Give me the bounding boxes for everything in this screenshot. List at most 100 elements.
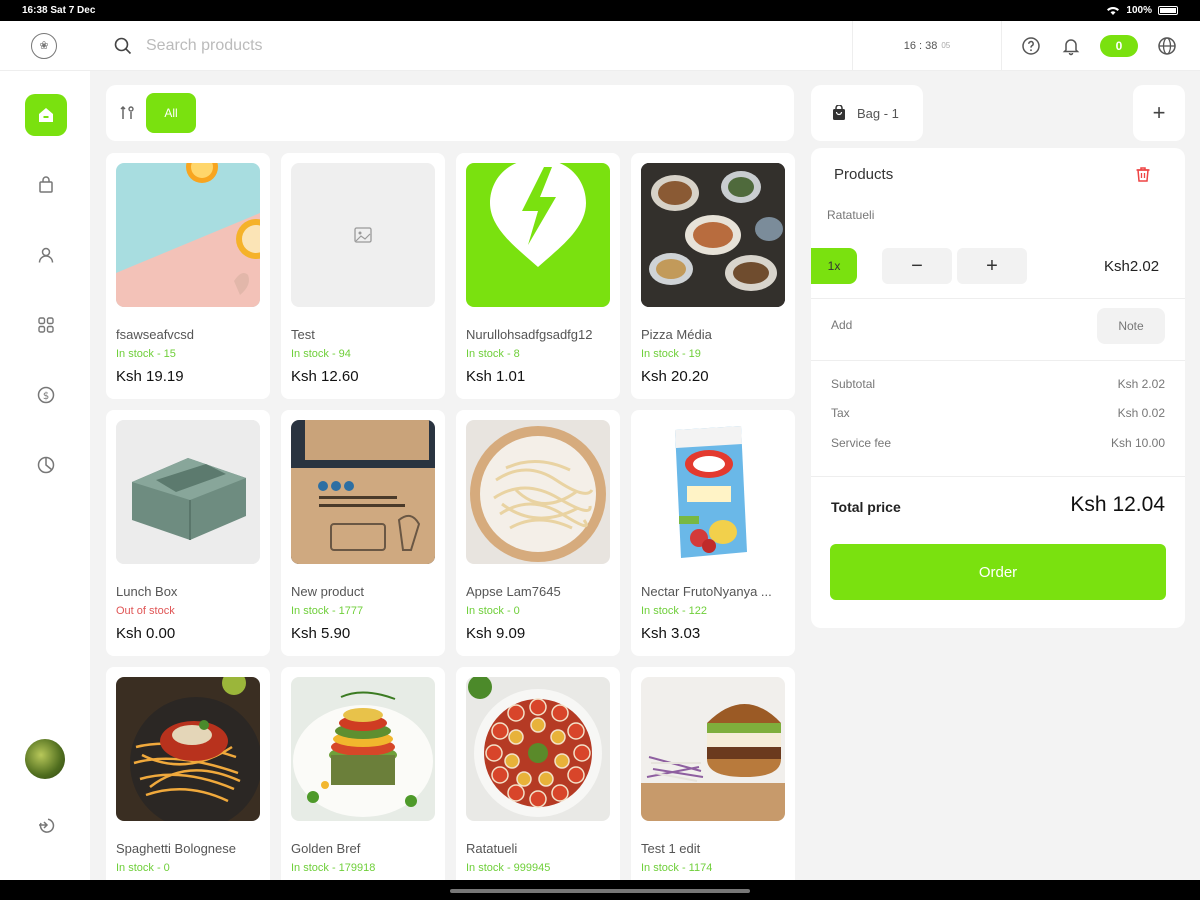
product-name: Pizza Média (641, 327, 712, 342)
help-icon (1022, 36, 1040, 55)
product-card[interactable]: Nectar FrutoNyanya ... In stock - 122 Ks… (631, 410, 795, 656)
plus-icon: + (986, 254, 998, 277)
user-icon (38, 247, 54, 263)
product-price: Ksh 5.90 (291, 625, 351, 642)
minus-icon: − (911, 254, 923, 277)
clock-display: 16 : 38 05 (852, 21, 1002, 70)
stock-status: In stock - 1777 (291, 605, 364, 617)
product-name: New product (291, 584, 364, 599)
dollar-circle-icon: $ (37, 386, 55, 404)
stock-status: In stock - 1174 (641, 862, 713, 874)
home-icon (39, 108, 53, 122)
product-card[interactable]: Appse Lam7645 In stock - 0 Ksh 9.09 (456, 410, 620, 656)
product-card[interactable]: Lunch Box Out of stock Ksh 0.00 (106, 410, 270, 656)
total-price-value: Ksh 12.04 (1070, 493, 1165, 516)
svg-text:$: $ (43, 391, 49, 402)
count-badge[interactable]: 0 (1100, 34, 1138, 57)
product-name: Golden Bref (291, 841, 361, 856)
product-name: Nectar FrutoNyanya ... (641, 584, 772, 599)
increase-quantity-button[interactable]: + (957, 248, 1027, 284)
tax-label: Tax (831, 406, 850, 420)
product-image (466, 420, 610, 564)
cart-panel: Products Ratatueli 1x − + Ksh2.02 Add No… (811, 148, 1185, 628)
product-name: Test (291, 327, 315, 342)
globe-icon (1158, 36, 1176, 55)
product-card[interactable]: Golden Bref In stock - 179918 (281, 667, 445, 880)
stock-status: Out of stock (116, 605, 175, 617)
product-price: Ksh 12.60 (291, 368, 359, 385)
help-button[interactable] (1020, 35, 1042, 57)
plus-icon: + (1152, 100, 1166, 125)
tax-value: Ksh 0.02 (1117, 406, 1165, 420)
sidebar-item-home[interactable] (25, 94, 67, 136)
divider (811, 298, 1185, 299)
shopping-bag-icon (833, 105, 845, 120)
stock-status: In stock - 999945 (466, 862, 551, 874)
stock-status: In stock - 0 (116, 862, 170, 874)
stock-status: In stock - 179918 (291, 862, 376, 874)
note-button[interactable]: Note (1097, 308, 1165, 344)
sidebar-item-customers[interactable] (25, 234, 67, 276)
stock-status: In stock - 0 (466, 605, 520, 617)
avatar[interactable] (25, 739, 65, 779)
tax-row: Tax Ksh 0.02 (831, 406, 1165, 420)
product-card[interactable]: Test 1 edit In stock - 1174 (631, 667, 795, 880)
clear-cart-button[interactable] (1133, 164, 1153, 189)
status-time: 16:38 Sat 7 Dec (22, 5, 96, 16)
product-image (466, 163, 610, 307)
product-image (641, 677, 785, 821)
sidebar-item-orders[interactable] (25, 164, 67, 206)
filter-bar: All (106, 85, 794, 141)
category-chip-all[interactable]: All (146, 93, 196, 133)
product-card[interactable]: fsawseafvcsd In stock - 15 Ksh 19.19 (106, 153, 270, 399)
product-grid: fsawseafvcsd In stock - 15 Ksh 19.19 Tes… (106, 153, 796, 880)
product-price: Ksh 9.09 (466, 625, 526, 642)
product-name: Lunch Box (116, 584, 178, 599)
sidebar: $ (0, 71, 90, 880)
sort-button[interactable] (116, 102, 138, 124)
product-image (641, 420, 785, 564)
stock-status: In stock - 122 (641, 605, 708, 617)
product-name: fsawseafvcsd (116, 327, 195, 342)
stock-status: In stock - 19 (641, 348, 701, 360)
logout-button[interactable] (25, 804, 67, 846)
total-price-label: Total price (831, 499, 901, 515)
product-price: Ksh 0.00 (116, 625, 176, 642)
cart-item-quantity: 1x (811, 248, 857, 284)
product-card[interactable]: Nurullohsadfgsadfg12 In stock - 8 Ksh 1.… (456, 153, 620, 399)
product-card[interactable]: Pizza Média In stock - 19 Ksh 20.20 (631, 153, 795, 399)
stock-status: In stock - 15 (116, 348, 176, 360)
sidebar-item-reports[interactable] (25, 444, 67, 486)
home-indicator[interactable] (450, 889, 750, 893)
product-name: Nurullohsadfgsadfg12 (466, 327, 593, 342)
wifi-icon (1107, 6, 1120, 15)
decrease-quantity-button[interactable]: − (882, 248, 952, 284)
add-bag-button[interactable]: + (1133, 85, 1185, 141)
language-button[interactable] (1156, 35, 1178, 57)
product-name: Test 1 edit (641, 841, 701, 856)
search-input[interactable] (146, 36, 746, 55)
brand-logo-icon[interactable]: ❀ (31, 32, 57, 59)
service-fee-label: Service fee (831, 436, 892, 450)
product-card[interactable]: New product In stock - 1777 Ksh 5.90 (281, 410, 445, 656)
subtotal-row: Subtotal Ksh 2.02 (831, 377, 1165, 391)
product-card[interactable]: Spaghetti Bolognese In stock - 0 (106, 667, 270, 880)
cart-item-name: Ratatueli (827, 208, 875, 222)
battery-percent: 100% (1126, 5, 1152, 16)
product-image (641, 163, 785, 307)
notifications-button[interactable] (1060, 35, 1082, 57)
search-bar (88, 21, 852, 70)
order-button[interactable]: Order (830, 544, 1166, 600)
product-card[interactable]: Ratatueli In stock - 999945 (456, 667, 620, 880)
stock-status: In stock - 94 (291, 348, 351, 360)
service-fee-value: Ksh 10.00 (1110, 436, 1165, 450)
bag-tab[interactable]: Bag - 1 (811, 85, 923, 141)
sidebar-item-catalog[interactable] (25, 304, 67, 346)
clock-hours-minutes: 16 : 38 (903, 39, 938, 52)
product-card[interactable]: Test In stock - 94 Ksh 12.60 (281, 153, 445, 399)
grid-icon (38, 317, 54, 333)
clock-seconds: 05 (941, 41, 951, 50)
sort-icon (120, 105, 134, 119)
image-placeholder-icon (354, 227, 372, 243)
sidebar-item-finance[interactable]: $ (25, 374, 67, 416)
